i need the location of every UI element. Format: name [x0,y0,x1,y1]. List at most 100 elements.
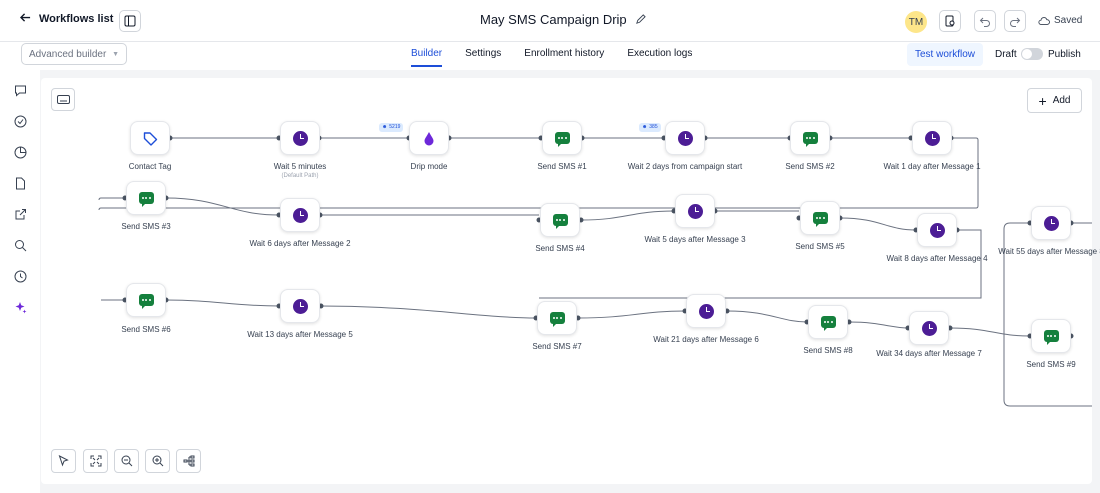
node-label: Send SMS #5 [795,242,845,251]
tab-settings[interactable]: Settings [465,48,501,67]
sms-icon [552,214,568,229]
document-icon[interactable] [14,177,27,190]
clock-icon [292,298,308,314]
workflow-title[interactable]: May SMS Campaign Drip [480,12,646,27]
sms-icon [138,192,154,207]
test-workflow-button[interactable]: Test workflow [907,43,983,66]
sms-icon [1043,330,1059,345]
builder-mode-select[interactable]: Advanced builder ▼ [21,43,127,65]
node-label: Contact Tag [128,162,172,171]
toggle-panel-button[interactable] [119,10,141,32]
node-wait[interactable] [280,198,320,232]
chat-icon[interactable] [14,84,27,97]
node-sms[interactable] [808,305,848,339]
search-icon[interactable] [14,239,27,252]
node-wait[interactable] [917,213,957,247]
clock-icon [698,303,714,319]
node-label: Wait 6 days after Message 2 [249,239,351,248]
node-label: Send SMS #4 [535,244,585,253]
node-wait[interactable] [686,294,726,328]
sparkle-icon[interactable] [14,301,27,314]
node-wait[interactable] [665,121,705,155]
report-button[interactable] [939,10,961,32]
tab-builder[interactable]: Builder [411,48,443,67]
sms-icon [812,212,828,227]
add-node-button[interactable]: + Add [1027,88,1082,113]
node-label: Wait 8 days after Message 4 [886,254,988,263]
node-label: Send SMS #9 [1026,360,1076,369]
avatar[interactable]: TM [905,11,927,33]
add-label: Add [1052,95,1071,106]
document-search-icon [945,15,955,27]
node-wait[interactable] [909,311,949,345]
node-wait[interactable] [912,121,952,155]
builder-mode-value: Advanced builder [29,48,107,60]
badge-count: 385 [649,124,658,130]
auto-layout-button[interactable] [176,449,201,473]
pencil-icon[interactable] [635,14,646,25]
tab-enrollment-history[interactable]: Enrollment history [524,48,604,67]
saved-label: Saved [1054,15,1083,26]
node-sms[interactable] [126,283,166,317]
cursor-icon [58,455,69,467]
clock-icon [687,203,703,219]
clock-icon [924,130,940,146]
node-label: Wait 55 days after Message 8 [998,247,1100,256]
sms-icon [820,316,836,331]
undo-button[interactable] [974,10,996,32]
node-sms[interactable] [800,201,840,235]
node-sms[interactable] [542,121,582,155]
keyboard-icon [56,95,70,104]
user-icon: ☻ [642,124,648,130]
clock-icon [1043,215,1059,231]
node-label: Wait 13 days after Message 5 [247,330,353,339]
chevron-down-icon: ▼ [112,50,119,58]
node-wait[interactable] [1031,206,1071,240]
history-icon[interactable] [14,270,27,283]
publish-toggle[interactable] [1021,48,1043,60]
tag-icon [143,131,157,146]
node-wait[interactable] [675,194,715,228]
node-sms[interactable] [537,301,577,335]
clock-icon [677,130,693,146]
sms-icon [138,294,154,309]
select-tool-button[interactable] [51,449,76,473]
back-to-workflows-link[interactable]: Workflows list [19,12,113,26]
zoom-in-button[interactable] [145,449,170,473]
node-sms[interactable] [1031,319,1071,353]
node-label-text: Wait 5 minutes [273,162,327,171]
redo-icon [1010,17,1021,27]
redo-button[interactable] [1004,10,1026,32]
keyboard-shortcuts-button[interactable] [51,88,75,111]
save-status: Saved [1038,15,1082,26]
node-label: Wait 5 minutes (Default Path) [240,161,360,180]
node-sms[interactable] [126,181,166,215]
fit-view-button[interactable] [83,449,108,473]
node-label: Send SMS #7 [532,342,582,351]
workflow-canvas[interactable]: + Add ☻ 5219 ☻ 385 Contact Tag Wait 5 minu… [41,78,1100,484]
tab-execution-logs[interactable]: Execution logs [627,48,692,67]
enrolled-count-badge[interactable]: ☻ 5219 [379,123,404,132]
left-sidebar [0,70,40,493]
plus-icon: + [1038,92,1047,109]
badge-count: 5219 [389,124,401,130]
node-contact-tag[interactable] [130,121,170,155]
external-link-icon[interactable] [14,208,27,221]
node-wait[interactable] [280,121,320,155]
node-sms[interactable] [790,121,830,155]
node-drip-mode[interactable] [409,121,449,155]
draft-label: Draft [995,49,1017,60]
node-label: Send SMS #3 [121,222,171,231]
node-sms[interactable] [540,203,580,237]
zoom-out-button[interactable] [114,449,139,473]
node-label: Send SMS #1 [537,162,587,171]
tree-layout-icon [183,455,194,467]
node-wait[interactable] [280,289,320,323]
enrolled-count-badge[interactable]: ☻ 385 [639,123,661,132]
undo-icon [979,17,990,27]
clock-icon [921,320,937,336]
node-label: Wait 34 days after Message 7 [876,349,982,358]
pie-chart-icon[interactable] [14,146,27,159]
check-circle-icon[interactable] [14,115,27,128]
clock-icon [292,207,308,223]
